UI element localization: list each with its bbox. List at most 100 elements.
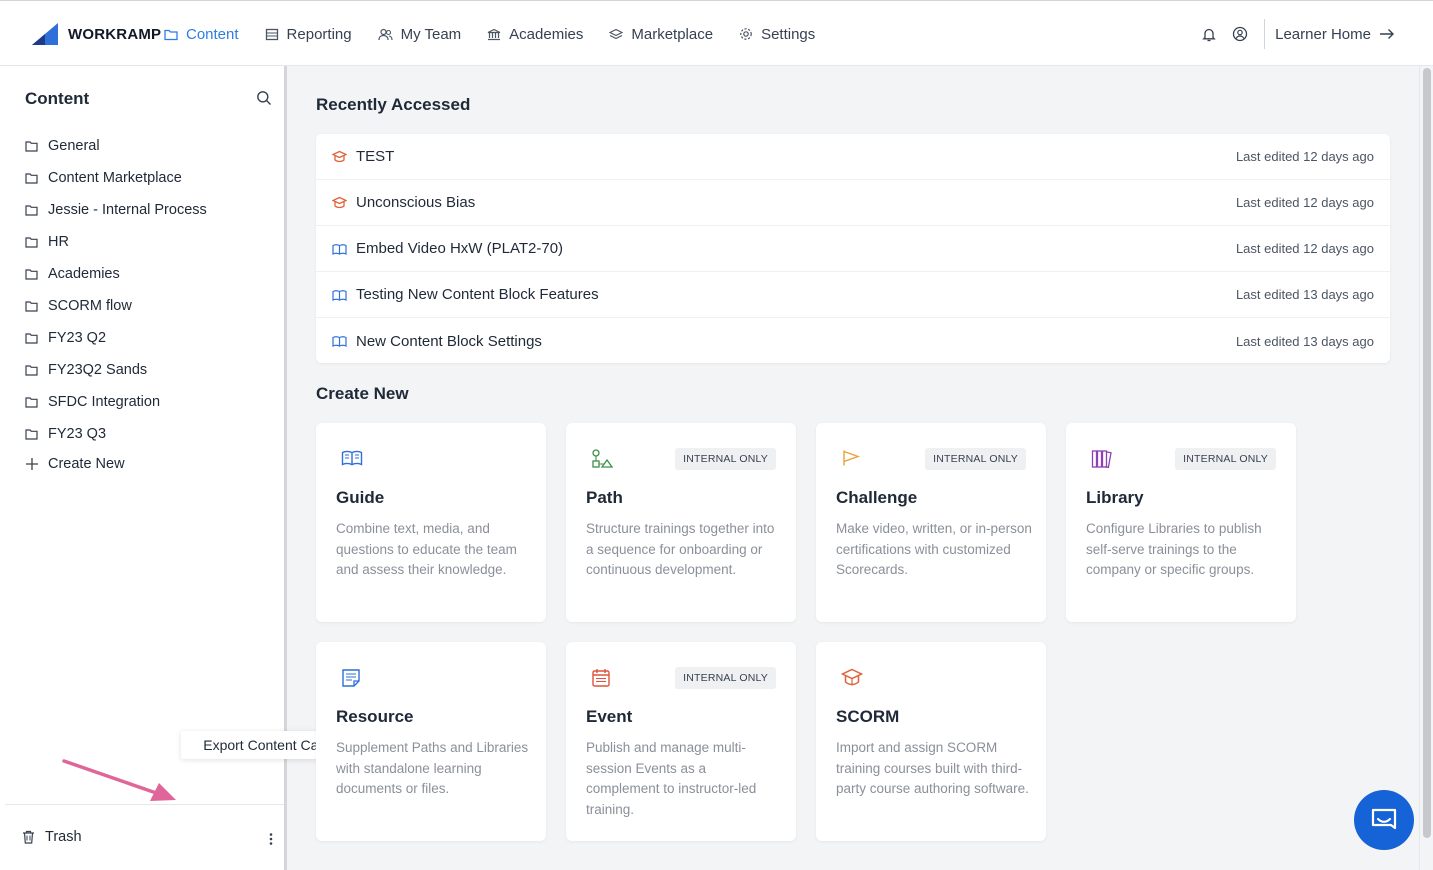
folder-icon <box>25 205 38 216</box>
list-item[interactable]: Unconscious Bias Last edited 12 days ago <box>316 180 1390 226</box>
folder-label: SCORM flow <box>48 298 132 314</box>
main-scrollbar[interactable] <box>1419 66 1433 870</box>
card-title: Resource <box>336 707 414 726</box>
folder-icon <box>25 301 38 312</box>
folder-label: FY23Q2 Sands <box>48 362 148 378</box>
notifications-button[interactable] <box>1202 27 1216 42</box>
list-item[interactable]: New Content Block Settings Last edited 1… <box>316 318 1390 364</box>
team-icon <box>377 28 393 40</box>
recent-item-meta: Last edited 12 days ago <box>1235 149 1374 164</box>
create-resource-card[interactable]: Resource Supplement Paths and Libraries … <box>316 642 546 841</box>
nav-content[interactable]: Content <box>164 26 239 43</box>
guide-icon <box>341 449 363 472</box>
top-right-actions: Learner Home <box>1186 1 1395 67</box>
scorm-icon <box>332 196 348 209</box>
card-description: Make video, written, or in-person certif… <box>836 521 1032 578</box>
main-content: Recently Accessed TEST Last edited 12 da… <box>290 66 1419 870</box>
brand-name: WORKRAMP <box>68 25 162 43</box>
create-scorm-card[interactable]: SCORM Import and assign SCORM training c… <box>816 642 1046 841</box>
list-item[interactable]: TEST Last edited 12 days ago <box>316 134 1390 180</box>
recent-item-meta: Last edited 13 days ago <box>1235 287 1374 302</box>
sidebar-folder[interactable]: Jessie - Internal Process <box>25 194 207 226</box>
folder-label: General <box>48 138 100 154</box>
trash-icon <box>23 830 34 844</box>
plus-icon <box>26 458 38 470</box>
nav-settings[interactable]: Settings <box>739 26 815 43</box>
learner-home-label: Learner Home <box>1275 25 1371 43</box>
recent-item-name: TEST <box>356 148 395 165</box>
more-options-button[interactable] <box>268 832 274 851</box>
nav-content-label: Content <box>186 25 239 43</box>
nav-divider <box>1264 19 1266 49</box>
folder-icon <box>25 141 38 152</box>
list-item[interactable]: Testing New Content Block Features Last … <box>316 272 1390 318</box>
create-challenge-card[interactable]: INTERNAL ONLY Challenge Make video, writ… <box>816 423 1046 622</box>
card-title: Guide <box>336 488 385 507</box>
nav-settings-label: Settings <box>761 25 816 43</box>
create-new-label: Create New <box>48 456 125 472</box>
nav-reporting[interactable]: Reporting <box>265 26 352 43</box>
nav-my-team-label: My Team <box>400 25 462 43</box>
scorm-icon <box>840 668 864 693</box>
internal-only-badge: INTERNAL ONLY <box>675 448 776 470</box>
scrollbar-thumb[interactable] <box>1423 68 1431 838</box>
sidebar-folder[interactable]: Content Marketplace <box>25 162 207 194</box>
folder-label: FY23 Q3 <box>48 426 107 442</box>
profile-button[interactable] <box>1232 26 1248 42</box>
chat-launcher-button[interactable] <box>1354 790 1414 850</box>
user-circle-icon <box>1232 26 1248 42</box>
sidebar-folder[interactable]: FY23 Q3 <box>25 418 207 450</box>
folder-label: Academies <box>48 266 120 282</box>
internal-only-badge: INTERNAL ONLY <box>925 448 1026 470</box>
recent-item-name: Unconscious Bias <box>356 194 476 211</box>
folder-icon <box>25 237 38 248</box>
recent-item-name: New Content Block Settings <box>356 332 542 350</box>
folder-label: HR <box>48 234 69 250</box>
sidebar-folder[interactable]: SFDC Integration <box>25 386 207 418</box>
sidebar-folder[interactable]: Academies <box>25 258 207 290</box>
card-description: Import and assign SCORM training courses… <box>836 740 1029 797</box>
sidebar-folder[interactable]: HR <box>25 226 207 258</box>
card-title: Path <box>586 488 623 507</box>
card-title: SCORM <box>836 707 900 726</box>
create-new-title: Create New <box>316 384 409 403</box>
resource-icon <box>341 668 361 693</box>
nav-academies[interactable]: Academies <box>487 26 583 43</box>
sidebar-folder[interactable]: FY23 Q2 <box>25 322 207 354</box>
card-description: Supplement Paths and Libraries with stan… <box>336 740 529 797</box>
scorm-icon <box>332 150 348 163</box>
trash-button[interactable]: Trash <box>22 829 82 845</box>
folder-icon <box>25 173 38 184</box>
guide-icon <box>332 335 348 347</box>
nav-my-team[interactable]: My Team <box>377 25 462 43</box>
card-description: Publish and manage multi-session Events … <box>586 740 757 818</box>
create-path-card[interactable]: INTERNAL ONLY Path Structure trainings t… <box>566 423 796 622</box>
nav-marketplace[interactable]: Marketplace <box>609 26 713 43</box>
sidebar-create-new-button[interactable]: Create New <box>25 456 125 472</box>
folder-label: FY23 Q2 <box>48 330 107 346</box>
folder-icon <box>25 365 38 376</box>
create-library-card[interactable]: INTERNAL ONLY Library Configure Librarie… <box>1066 423 1296 622</box>
card-description: Structure trainings together into a sequ… <box>586 521 775 578</box>
sidebar-folder[interactable]: SCORM flow <box>25 290 207 322</box>
sidebar-folder[interactable]: General <box>25 130 207 162</box>
main-nav: Content Reporting My Team Academies Mark… <box>164 1 841 67</box>
create-guide-card[interactable]: Guide Combine text, media, and questions… <box>316 423 546 622</box>
report-icon <box>265 28 278 40</box>
folder-label: Jessie - Internal Process <box>48 202 207 218</box>
nav-marketplace-label: Marketplace <box>631 25 714 43</box>
recent-item-name: Embed Video HxW (PLAT2-70) <box>356 240 564 257</box>
library-icon <box>1091 449 1113 474</box>
search-icon <box>257 91 271 105</box>
learner-home-link[interactable]: Learner Home <box>1275 26 1395 43</box>
recently-accessed-title: Recently Accessed <box>316 95 471 114</box>
sidebar-folder[interactable]: FY23Q2 Sands <box>25 354 207 386</box>
list-item[interactable]: Embed Video HxW (PLAT2-70) Last edited 1… <box>316 226 1390 272</box>
bell-icon <box>1202 28 1216 41</box>
create-event-card[interactable]: INTERNAL ONLY Event Publish and manage m… <box>566 642 796 841</box>
flag-icon <box>841 449 861 472</box>
brand-logo[interactable]: WORKRAMP <box>32 23 161 45</box>
sidebar-search-button[interactable] <box>256 90 272 111</box>
card-title: Library <box>1086 488 1144 507</box>
card-description: Combine text, media, and questions to ed… <box>336 521 517 578</box>
